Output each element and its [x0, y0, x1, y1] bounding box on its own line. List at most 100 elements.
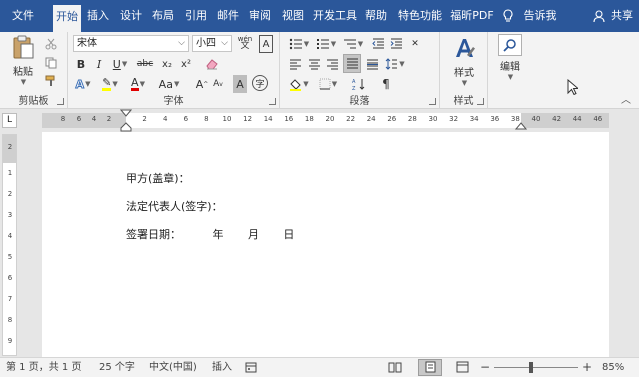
grow-font-button[interactable]: A ^: [195, 75, 209, 93]
enclose-characters-button[interactable]: 字: [252, 75, 268, 91]
editing-icon-frame: [498, 34, 522, 56]
vertical-ruler[interactable]: 212345678910: [2, 134, 17, 366]
italic-button[interactable]: I: [92, 55, 106, 73]
share-button[interactable]: 共享: [592, 0, 633, 32]
clear-formatting-button[interactable]: [204, 54, 220, 72]
page-count[interactable]: 第 1 页，共 1 页: [6, 358, 81, 377]
decrease-indent-button[interactable]: [371, 35, 385, 53]
tab-foxit-pdf[interactable]: 福昕PDF: [446, 0, 498, 32]
sort-button[interactable]: AZ: [348, 75, 370, 93]
magnifier-icon: [503, 39, 516, 52]
right-indent-marker[interactable]: [515, 122, 527, 130]
shrink-font-button[interactable]: Av: [211, 75, 225, 93]
justify-button[interactable]: [343, 54, 361, 73]
paint-bucket-icon: [290, 78, 302, 91]
align-right-button[interactable]: [325, 55, 339, 73]
change-case-button[interactable]: Aa ▼: [157, 75, 181, 93]
tab-view[interactable]: 视图: [279, 0, 307, 32]
distributed-button[interactable]: [365, 55, 379, 73]
zoom-in-button[interactable]: +: [582, 358, 592, 377]
format-painter-button[interactable]: [44, 72, 58, 90]
paste-button[interactable]: 粘贴 ▼: [6, 34, 40, 86]
character-border-button[interactable]: A: [259, 35, 273, 53]
zoom-slider-track[interactable]: [494, 367, 578, 368]
tab-features[interactable]: 特色功能: [396, 0, 444, 32]
chevron-down-icon: ▼: [303, 80, 309, 88]
highlight-button[interactable]: ✎ ▼: [100, 75, 120, 93]
horizontal-ruler[interactable]: 8 6 4 2 2 4 6 8 10 12 14 16 18 20 22 24 26 28 30 32 34 36…: [42, 109, 609, 132]
phonetic-guide-button[interactable]: wén 文: [235, 34, 255, 52]
line-spacing-button[interactable]: ▼: [384, 55, 406, 73]
zoom-level[interactable]: 85%: [602, 358, 624, 377]
tab-home[interactable]: 开始: [53, 5, 81, 32]
subscript-button[interactable]: x₂: [159, 55, 175, 73]
underline-button[interactable]: U ▼: [110, 55, 130, 73]
ruler-number: 32: [449, 115, 459, 123]
chinese-layout-button[interactable]: ✕: [408, 35, 422, 53]
tab-selector[interactable]: L: [2, 113, 17, 128]
input-mode[interactable]: 插入: [212, 358, 232, 377]
signing-date-line[interactable]: 签署日期： 年 月 日: [126, 226, 294, 242]
character-shading-button[interactable]: A: [233, 75, 247, 93]
tab-help[interactable]: 帮助: [362, 0, 390, 32]
word-count[interactable]: 25 个字: [99, 358, 135, 377]
party-a-seal-line[interactable]: 甲方(盖章)：: [126, 170, 190, 186]
multilevel-list-button[interactable]: ▼: [342, 35, 364, 53]
tab-review[interactable]: 审阅: [246, 0, 274, 32]
ruler-number: 2: [7, 143, 13, 151]
zoom-out-button[interactable]: −: [480, 358, 490, 377]
collapse-ribbon-icon[interactable]: ︿: [621, 91, 631, 106]
ruler-number: 3: [7, 211, 13, 219]
align-left-button[interactable]: [288, 55, 302, 73]
legal-representative-line[interactable]: 法定代表人(签字)：: [126, 198, 223, 214]
font-color-button[interactable]: A ▼: [128, 75, 148, 93]
numbering-button[interactable]: ▼: [315, 35, 337, 53]
strikethrough-button[interactable]: abc: [135, 55, 155, 73]
tab-references[interactable]: 引用: [182, 0, 210, 32]
font-launcher-icon[interactable]: [269, 98, 276, 105]
first-line-indent-marker[interactable]: [120, 109, 132, 117]
clipboard-launcher-icon[interactable]: [57, 98, 64, 105]
chevron-down-icon: ▼: [303, 40, 310, 48]
print-layout-button[interactable]: [418, 359, 442, 376]
tab-layout[interactable]: 布局: [149, 0, 177, 32]
show-formatting-button[interactable]: ¶: [375, 75, 397, 93]
line-spacing-icon: [385, 58, 398, 70]
text-effects-button[interactable]: A ▼: [74, 75, 92, 93]
tab-mailings[interactable]: 邮件: [214, 0, 242, 32]
web-layout-button[interactable]: [456, 358, 469, 377]
superscript-button[interactable]: x²: [178, 55, 194, 73]
tell-me[interactable]: 告诉我: [502, 0, 557, 32]
left-indent-marker[interactable]: [120, 122, 132, 132]
font-size-combo[interactable]: 小四 ⌵: [192, 35, 232, 52]
font-color-label: A: [131, 76, 139, 91]
editing-button[interactable]: 编辑 ▼: [494, 34, 526, 81]
clipboard-group: 粘贴 ▼ 剪贴板: [0, 32, 68, 109]
styles-launcher-icon[interactable]: [477, 98, 484, 105]
tab-insert[interactable]: 插入: [84, 0, 112, 32]
multilevel-list-icon: [343, 39, 356, 49]
align-center-button[interactable]: [307, 55, 321, 73]
ruler-number: 22: [346, 115, 356, 123]
increase-indent-button[interactable]: [389, 35, 403, 53]
read-mode-button[interactable]: [388, 358, 402, 377]
bold-button[interactable]: B: [74, 55, 88, 73]
styles-label: 样式: [454, 68, 474, 79]
tab-file[interactable]: 文件: [4, 0, 42, 32]
font-name-combo[interactable]: 宋体 ⌵: [73, 35, 189, 52]
styles-button[interactable]: 样式 ▼: [446, 35, 482, 87]
bullets-button[interactable]: ▼: [288, 35, 310, 53]
tab-design[interactable]: 设计: [117, 0, 145, 32]
document-page[interactable]: 甲方(盖章)： 法定代表人(签字)： 签署日期： 年 月 日: [42, 132, 609, 357]
macro-record-button[interactable]: [245, 358, 257, 377]
shading-button[interactable]: ▼: [288, 75, 310, 93]
paragraph-launcher-icon[interactable]: [429, 98, 436, 105]
zoom-slider-thumb[interactable]: [529, 362, 533, 373]
scissors-icon: [45, 38, 57, 50]
cut-button[interactable]: [44, 35, 58, 53]
copy-button[interactable]: [44, 54, 58, 72]
borders-button[interactable]: ▼: [317, 75, 339, 93]
language-indicator[interactable]: 中文(中国): [149, 358, 197, 377]
tab-developer[interactable]: 开发工具: [310, 0, 360, 32]
ruler-number: 12: [243, 115, 253, 123]
